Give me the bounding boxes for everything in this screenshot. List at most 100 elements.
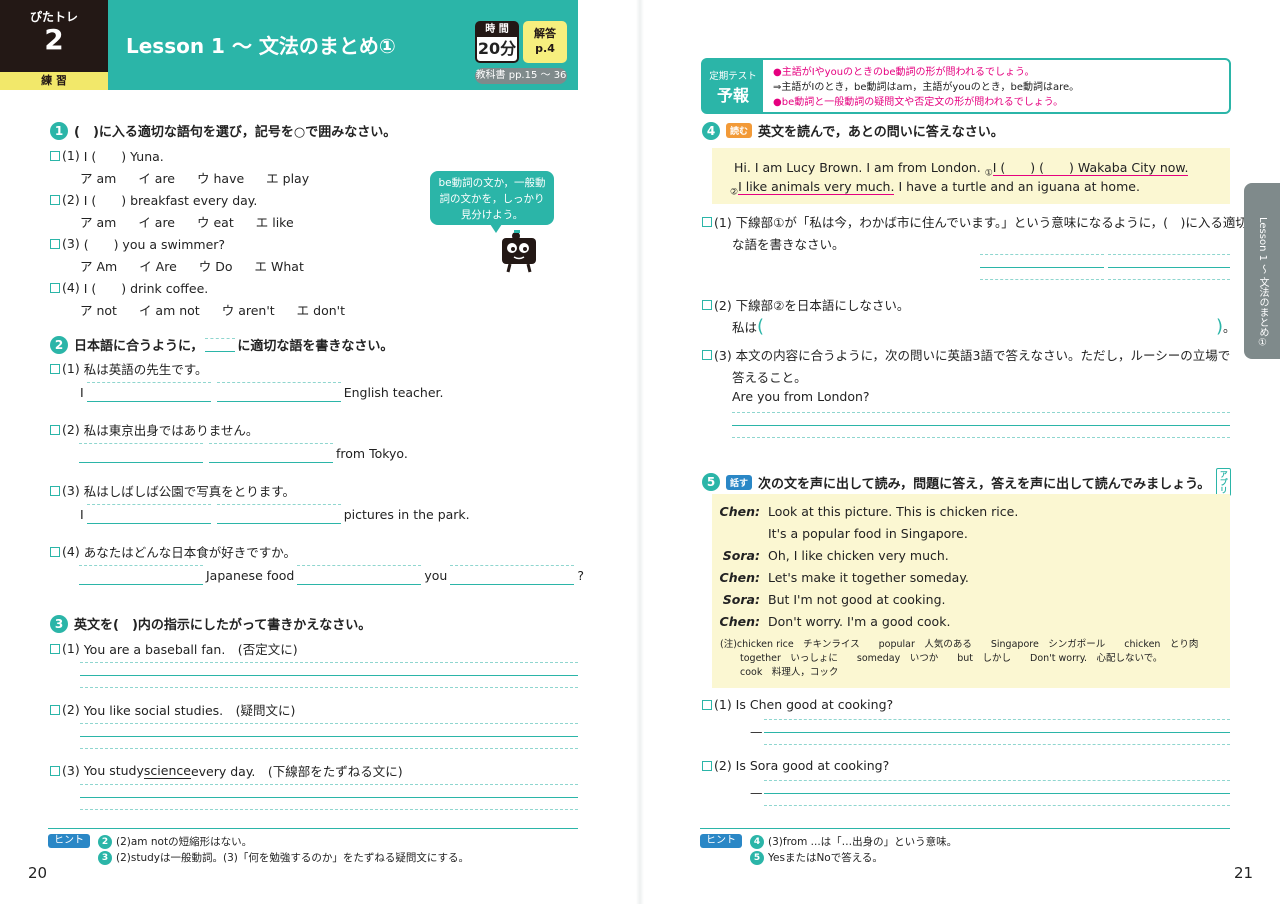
badge-type: 練 習 — [0, 72, 108, 90]
speaker: Sora: — [722, 548, 760, 563]
speaker: Sora: — [722, 592, 760, 607]
answer-line[interactable] — [732, 412, 1230, 438]
item-jp: あなたはどんな日本食が好きですか。 — [83, 545, 296, 560]
q3-title: 英文を( )内の指示にしたがって書きかえなさい。 — [74, 618, 372, 633]
answer-blank[interactable] — [79, 565, 203, 585]
item-text: (2) Is Sora good at cooking? — [714, 758, 890, 773]
q4-item-3: (3) 本文の内容に合うように，次の問いに英語3語で答えなさい。ただし，ルーシー… — [702, 345, 1230, 364]
underline-mark: ① — [984, 168, 993, 179]
hint-text: YesまたはNoで答える。 — [768, 852, 883, 864]
checkbox-icon[interactable] — [702, 216, 712, 227]
checkbox-icon[interactable] — [702, 349, 712, 360]
choice-d[interactable]: エ don't — [297, 300, 345, 319]
choice-b[interactable]: イ are — [138, 168, 175, 187]
checkbox-icon[interactable] — [50, 643, 60, 654]
passage-line-2: ②I like animals very much. I have a turt… — [730, 179, 1140, 198]
passage-text: I have a turtle and an iguana at home. — [894, 179, 1140, 194]
answer-post: 。 — [1223, 320, 1236, 335]
q4-answer-2-end: )。 — [1216, 316, 1236, 337]
note-line: cook 料理人，コック — [740, 667, 839, 678]
item-number: (4) — [62, 544, 80, 559]
dialog-line: Sora: But I'm not good at cooking. — [712, 592, 946, 607]
forecast-label-big: 予報 — [716, 86, 749, 105]
checkbox-icon[interactable] — [50, 282, 60, 293]
checkbox-icon[interactable] — [50, 765, 60, 776]
choice-d[interactable]: エ play — [266, 168, 309, 187]
answer-line[interactable] — [80, 784, 578, 810]
answer-line[interactable] — [80, 662, 578, 688]
choice-c[interactable]: ウ Do — [199, 256, 233, 275]
choice-a[interactable]: ア not — [80, 300, 117, 319]
checkbox-icon[interactable] — [50, 704, 60, 715]
note-line: together いっしょに someday いつか but しかし Don't… — [740, 653, 1163, 664]
q1-number: 1 — [50, 121, 68, 140]
choice-b[interactable]: イ Are — [139, 256, 177, 275]
checkbox-icon[interactable] — [702, 760, 712, 771]
checkbox-icon[interactable] — [50, 150, 60, 161]
choice-a[interactable]: ア Am — [80, 256, 117, 275]
answer-pre: 私は — [732, 320, 758, 335]
checkbox-icon[interactable] — [50, 238, 60, 249]
answer-blank[interactable] — [86, 382, 211, 402]
note-line: (注)chicken rice チキンライス popular 人気のある Sin… — [720, 639, 1199, 650]
dialog-text: Oh, I like chicken very much. — [768, 548, 949, 563]
choice-c[interactable]: ウ have — [197, 168, 244, 187]
q1-choices-2: ア am イ are ウ eat エ like — [80, 212, 316, 231]
item-text-cont: 答えること。 — [732, 370, 807, 385]
page-title: Lesson 1 ～ 文法のまとめ① — [126, 34, 396, 58]
q5-number: 5 — [702, 473, 720, 491]
choice-d[interactable]: エ like — [256, 212, 294, 231]
hint-divider — [48, 828, 578, 829]
item-text: You are a baseball fan. (否定文に) — [83, 642, 298, 657]
answer-blank[interactable] — [209, 443, 333, 463]
checkbox-icon[interactable] — [702, 699, 712, 710]
q3-heading: 3 英文を( )内の指示にしたがって書きかえなさい。 — [50, 614, 371, 633]
choice-b[interactable]: イ am not — [139, 300, 200, 319]
answer-line[interactable] — [80, 723, 578, 749]
dialog-line: Chen: Don't worry. I'm a good cook. — [712, 614, 951, 629]
checkbox-icon[interactable] — [50, 485, 60, 496]
forecast-lines: ●主語がIやyouのときのbe動詞の形が問われるでしょう。 ⇒主語がIのとき，b… — [773, 65, 1079, 110]
answer-line[interactable] — [1108, 254, 1230, 280]
passage-box: Hi. I am Lucy Brown. I am from London. ①… — [712, 148, 1230, 204]
checkbox-icon[interactable] — [50, 424, 60, 435]
answer-line[interactable] — [764, 719, 1230, 745]
q4-number: 4 — [702, 121, 720, 140]
checkbox-icon[interactable] — [50, 546, 60, 557]
answer-blank[interactable] — [297, 565, 422, 585]
forecast-label: 定期テスト 予報 — [703, 60, 763, 112]
q1-heading: 1 ( )に入る適切な語句を選び，記号を○で囲みなさい。 — [50, 121, 396, 140]
choice-a[interactable]: ア am — [80, 168, 116, 187]
underline-mark: ② — [730, 187, 739, 198]
answer-blank[interactable] — [79, 443, 203, 463]
choice-b[interactable]: イ are — [138, 212, 175, 231]
hint-2: 5 YesまたはNoで答える。 — [750, 850, 883, 865]
answer-blank[interactable] — [86, 504, 211, 524]
q5-item-1: (1) Is Chen good at cooking? — [702, 697, 893, 712]
choice-c[interactable]: ウ aren't — [222, 300, 275, 319]
question-text: Are you from London? — [732, 389, 870, 404]
answer-blank[interactable] — [216, 382, 341, 402]
choice-d[interactable]: エ What — [255, 256, 304, 275]
item-text: I ( ) breakfast every day. — [83, 193, 258, 208]
checkbox-icon[interactable] — [50, 194, 60, 205]
choice-a[interactable]: ア am — [80, 212, 116, 231]
underlined-sentence-2: I like animals very much. — [738, 179, 895, 195]
q2-item-1: (1) 私は英語の先生です。 — [50, 359, 207, 378]
hint-number: 3 — [98, 850, 112, 865]
checkbox-icon[interactable] — [50, 363, 60, 374]
choice-c[interactable]: ウ eat — [197, 212, 234, 231]
checkbox-icon[interactable] — [702, 299, 712, 310]
side-tab[interactable]: Lesson 1 ～ 文法のまとめ① — [1244, 183, 1280, 359]
answer-blank[interactable] — [450, 565, 575, 585]
answer-blank[interactable] — [216, 504, 341, 524]
underlined-sentence-1: I ( ) ( ) Wakaba City now. — [992, 160, 1189, 176]
answer-line[interactable] — [980, 254, 1104, 280]
q4-answer-2: 私は( — [732, 316, 764, 337]
item-text-pre: You study — [83, 763, 144, 778]
app-button[interactable]: アプリ — [1216, 468, 1232, 496]
page-number: 20 — [28, 864, 48, 882]
speak-tag: 話す — [726, 474, 753, 490]
item-jp: 私はしばしば公園で写真をとります。 — [83, 484, 295, 499]
answer-line[interactable] — [764, 780, 1230, 806]
